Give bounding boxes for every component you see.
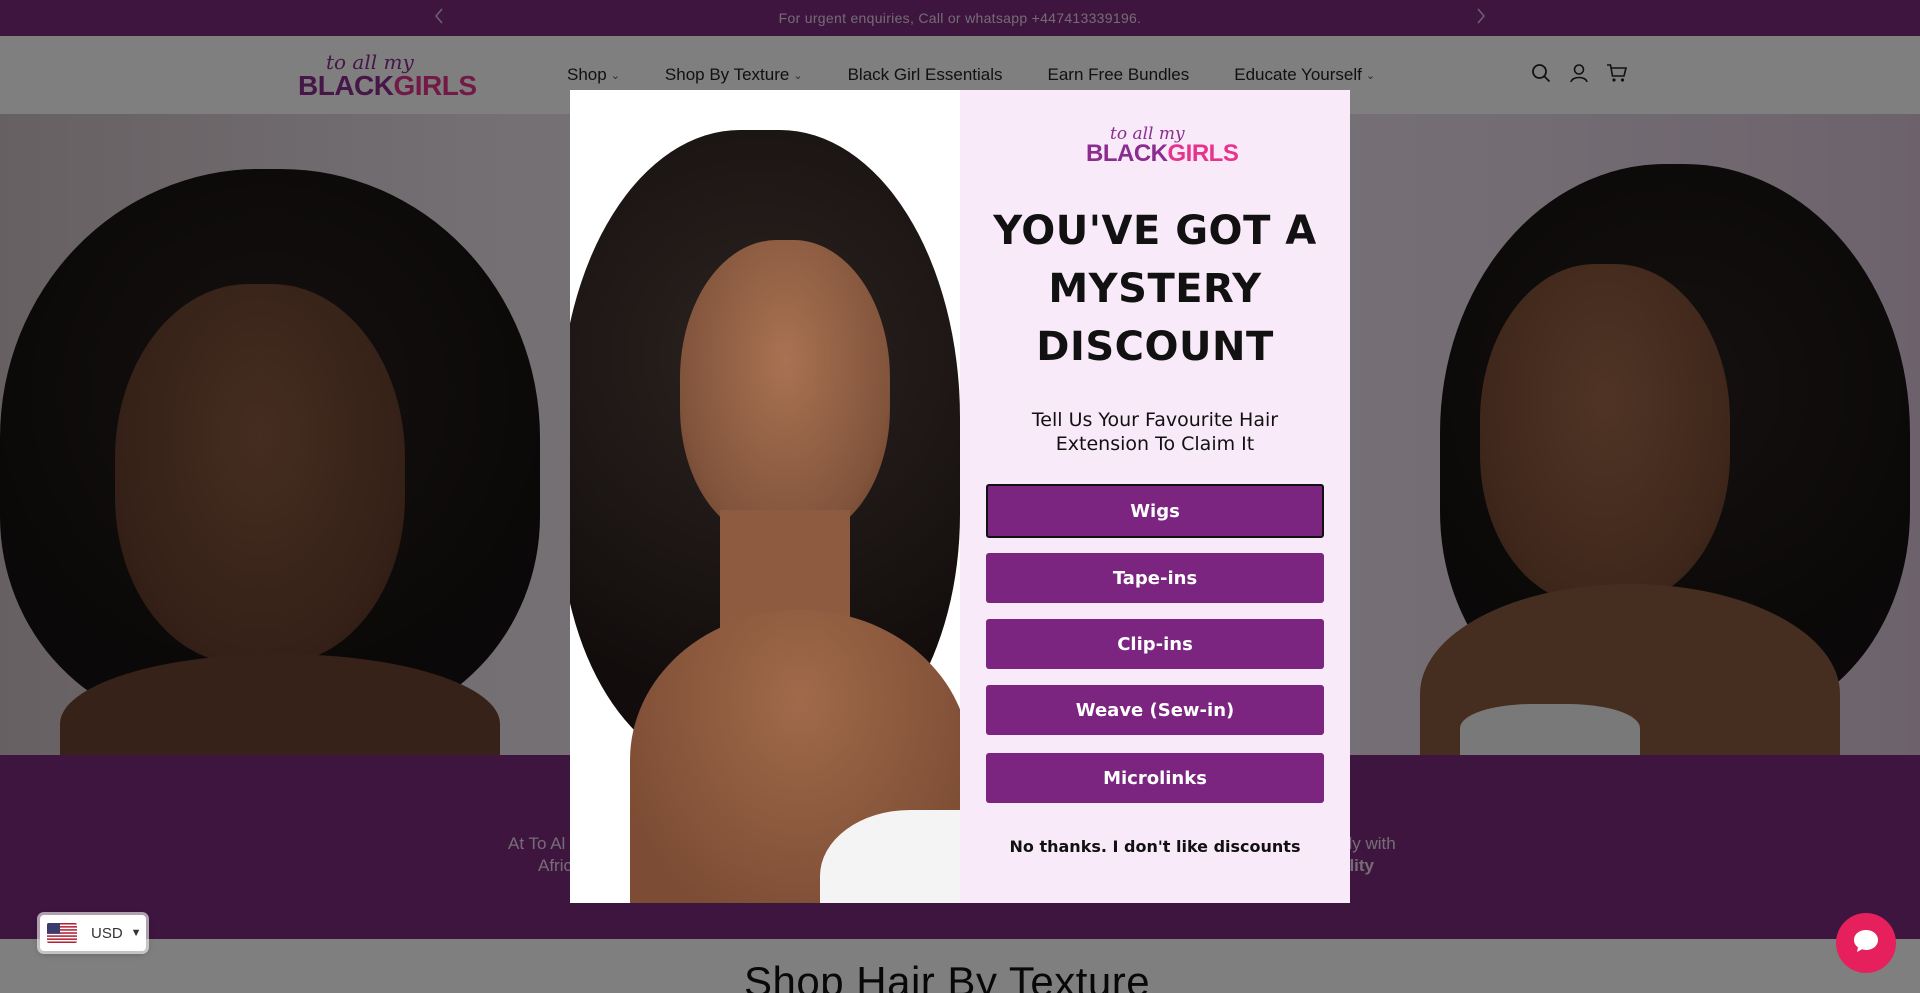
- option-clip-ins-button[interactable]: Clip-ins: [986, 619, 1324, 669]
- option-wigs-button[interactable]: Wigs: [986, 484, 1324, 538]
- option-tape-ins-button[interactable]: Tape-ins: [986, 553, 1324, 603]
- popup-headline: YOU'VE GOT A MYSTERY DISCOUNT: [993, 208, 1317, 370]
- decline-discount-link[interactable]: No thanks. I don't like discounts: [986, 837, 1324, 856]
- chat-button[interactable]: [1836, 913, 1896, 973]
- popup-subhead: Tell Us Your Favourite Hair Extension To…: [1031, 409, 1279, 455]
- currency-code: USD: [91, 924, 123, 942]
- currency-selector[interactable]: USD ▼: [40, 915, 146, 951]
- option-weave-button[interactable]: Weave (Sew-in): [986, 685, 1324, 735]
- us-flag-icon: [47, 923, 77, 943]
- caret-down-icon: ▼: [130, 927, 142, 939]
- popup-model-image: [570, 90, 960, 903]
- chat-bubble-icon: [1851, 926, 1881, 961]
- option-microlinks-button[interactable]: Microlinks: [986, 753, 1324, 803]
- popup-logo: to all my BLACKGIRLS: [1086, 124, 1239, 167]
